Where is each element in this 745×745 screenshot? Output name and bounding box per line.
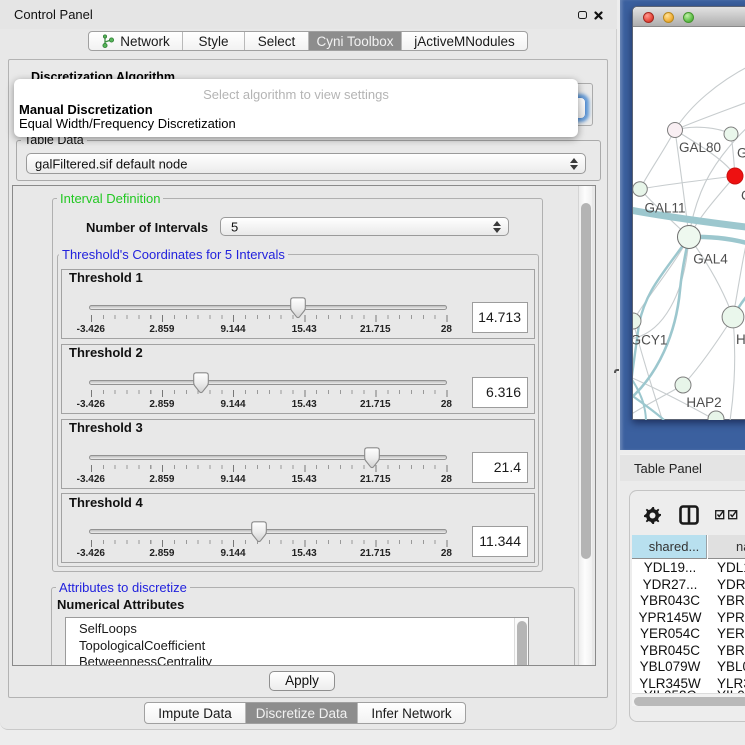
svg-text:H: H [736, 332, 745, 347]
svg-text:C: C [741, 188, 745, 203]
svg-text:GCY1: GCY1 [633, 333, 667, 348]
svg-text:GAL80: GAL80 [679, 140, 721, 155]
svg-text:GAL4: GAL4 [693, 252, 728, 267]
svg-text:GA: GA [737, 146, 745, 161]
svg-text:GAL11: GAL11 [644, 201, 685, 216]
svg-text:HAP2: HAP2 [686, 395, 721, 410]
